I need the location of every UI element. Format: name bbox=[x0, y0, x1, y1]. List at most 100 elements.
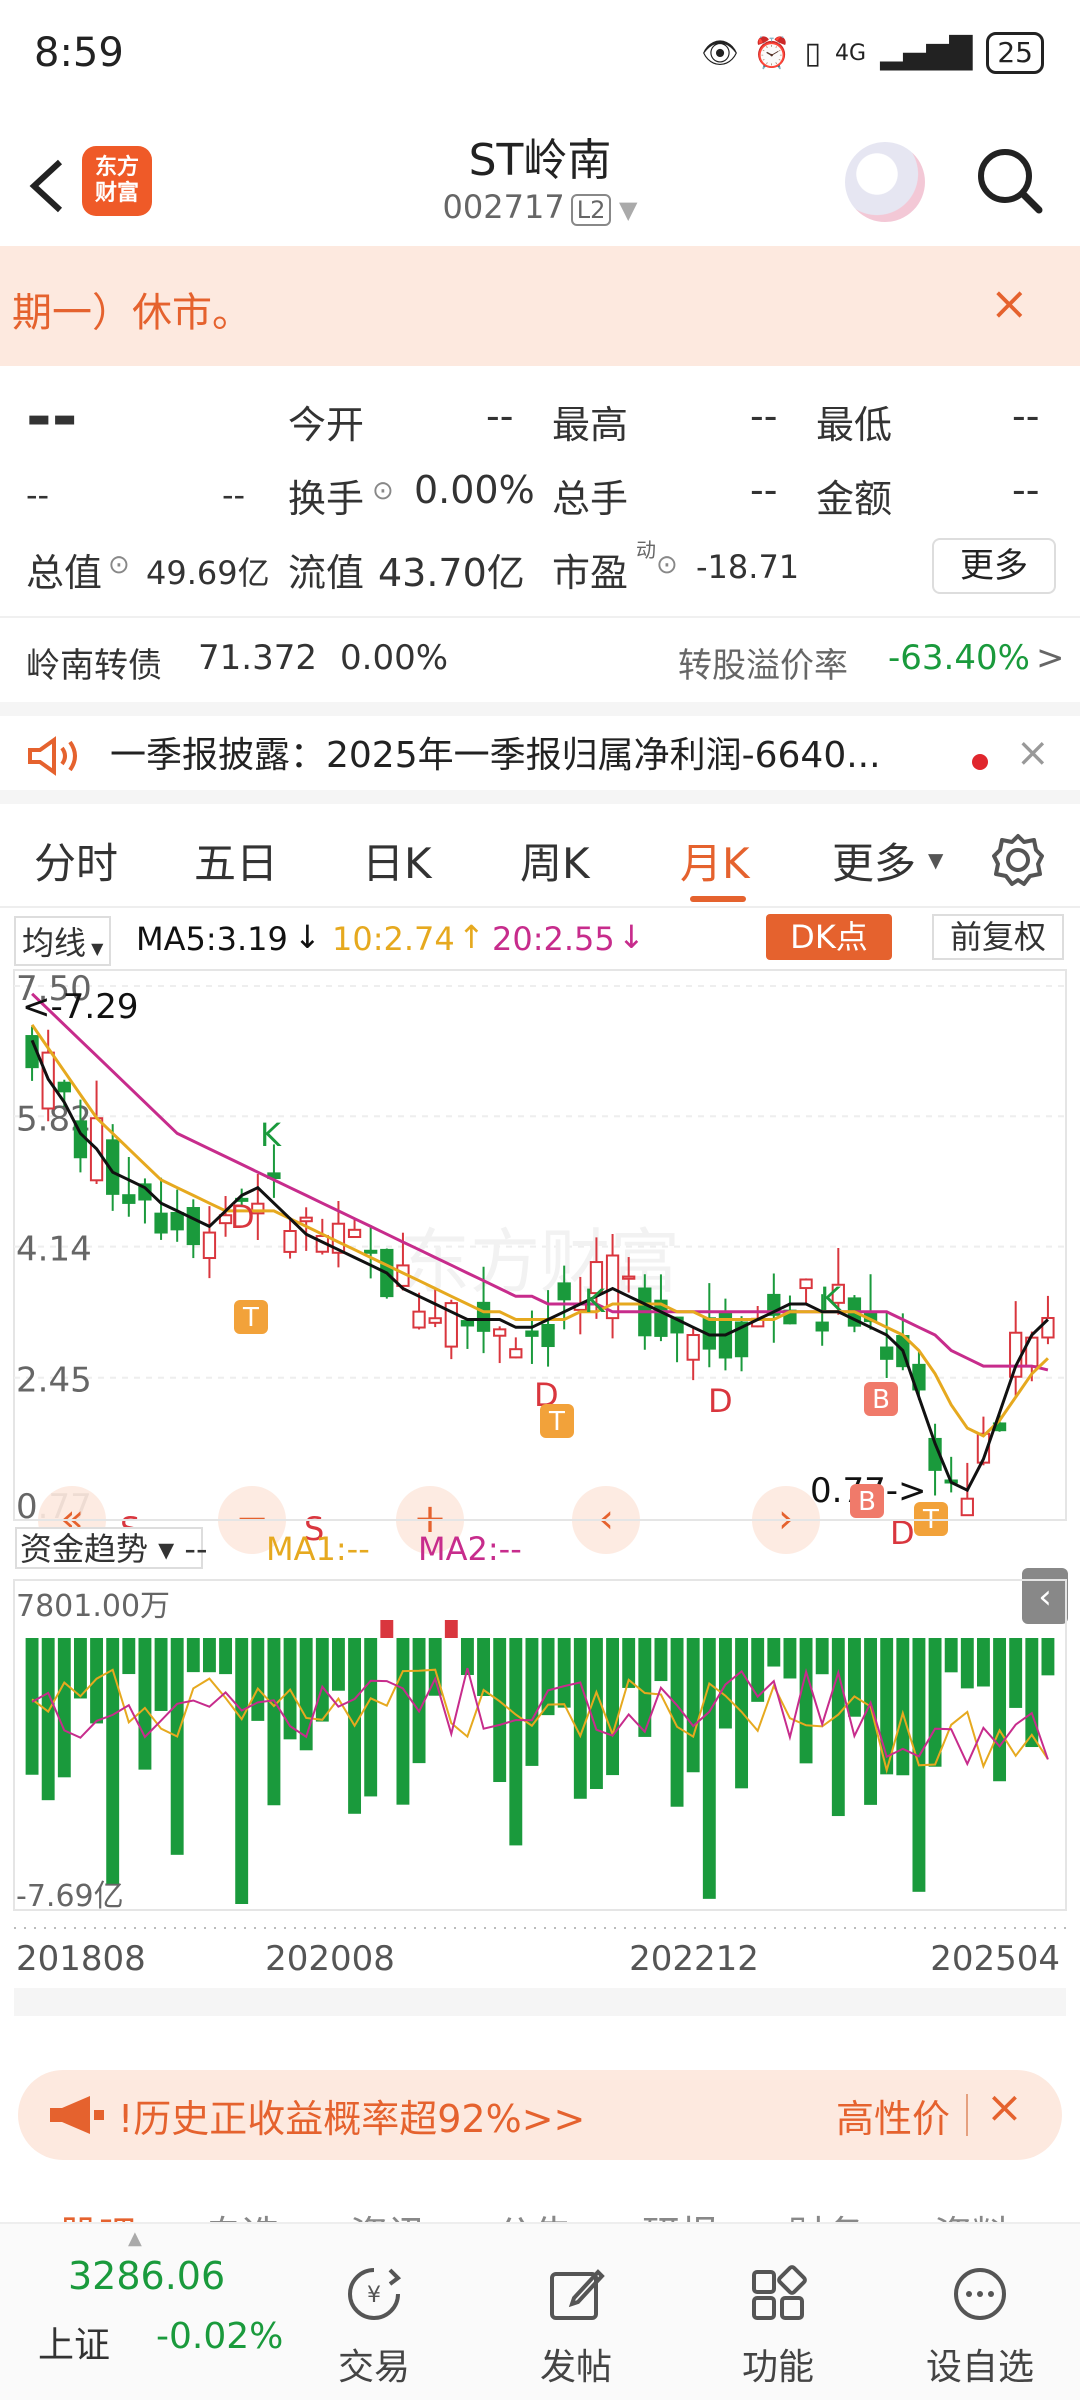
info-icon[interactable]: ⊙ bbox=[656, 550, 678, 580]
bond-premium-label: 转股溢价率 bbox=[678, 646, 848, 686]
tab-five-day[interactable]: 五日 bbox=[194, 830, 278, 891]
x-axis-label: 202212 bbox=[629, 1939, 759, 1979]
fund-bar bbox=[477, 1638, 491, 1696]
info-icon[interactable]: ⊙ bbox=[372, 476, 394, 506]
fund-bar bbox=[41, 1638, 55, 1801]
level-badge: L2 bbox=[570, 194, 612, 226]
candle-body bbox=[186, 1207, 200, 1246]
tab-daily-k[interactable]: 日K bbox=[362, 830, 432, 891]
kline-chart[interactable]: 东方财富7.505.824.142.450.77<-7.290.77->KDTK… bbox=[0, 966, 1080, 2036]
status-bar: 8:59 👁 ⏰ ▯ 4G ▂▄▆█ 25 bbox=[0, 0, 1080, 116]
candle-body bbox=[364, 1249, 378, 1254]
float-cap-value: 43.70亿 bbox=[378, 551, 525, 595]
chevron-left-icon: ‹ bbox=[1038, 1577, 1052, 1617]
bond-premium-value: -63.40% bbox=[888, 638, 1030, 678]
kline-svg[interactable]: 东方财富7.505.824.142.450.77<-7.290.77->KDTK… bbox=[0, 966, 1080, 2036]
x-axis-label: 202008 bbox=[265, 1939, 395, 1979]
ma10-value: 10:2.74 bbox=[332, 920, 455, 958]
close-icon[interactable]: × bbox=[986, 2082, 1023, 2133]
chart-tabs: 分时 五日 日K 周K 月K 更多 ▼ bbox=[0, 810, 1080, 908]
tab-monthly-k[interactable]: 月K bbox=[680, 830, 750, 891]
nav-add-watchlist[interactable]: 设自选 bbox=[900, 2264, 1060, 2390]
info-icon[interactable]: ⊙ bbox=[108, 550, 130, 580]
top-bar: 东方 财富 ST岭南 002717 L2 ▼ bbox=[0, 116, 1080, 246]
scroll-track bbox=[14, 1988, 1066, 2016]
float-cap-label: 流值 bbox=[288, 551, 365, 595]
battery-icon: 25 bbox=[986, 32, 1044, 74]
divider bbox=[966, 2094, 968, 2136]
more-circle-icon bbox=[954, 2268, 1006, 2320]
adjust-button[interactable]: 前复权 bbox=[932, 914, 1064, 960]
fund-bar bbox=[525, 1638, 539, 1766]
assistant-robot-icon[interactable] bbox=[845, 142, 925, 222]
candle-body bbox=[299, 1216, 313, 1223]
gear-icon[interactable] bbox=[990, 832, 1046, 888]
fund-bar bbox=[686, 1638, 700, 1773]
nav-post-label: 发帖 bbox=[539, 2347, 612, 2388]
nav-trade-label: 交易 bbox=[337, 2347, 410, 2388]
ma5-down-icon: ↓ bbox=[294, 918, 321, 956]
candle-body bbox=[122, 1194, 136, 1204]
status-time: 8:59 bbox=[34, 30, 124, 76]
fund-bar bbox=[896, 1638, 910, 1776]
fund-bar bbox=[783, 1638, 797, 1679]
candle-body bbox=[686, 1334, 700, 1361]
more-button[interactable]: 更多 bbox=[932, 538, 1056, 594]
tab-intraday[interactable]: 分时 bbox=[34, 830, 118, 891]
promo-banner[interactable]: !历史正收益概率超92%>> 高性价 × bbox=[18, 2070, 1062, 2160]
fund-bar bbox=[960, 1638, 974, 1689]
fund-bar bbox=[831, 1638, 845, 1817]
fund-bar bbox=[106, 1638, 120, 1884]
fund-bar bbox=[1025, 1638, 1039, 1748]
megaphone-icon bbox=[50, 2096, 104, 2134]
fund-bar bbox=[606, 1638, 620, 1776]
open-label: 今开 bbox=[288, 403, 365, 447]
fund-bar bbox=[186, 1638, 200, 1673]
current-price: -- bbox=[26, 380, 78, 453]
nav-functions[interactable]: 功能 bbox=[698, 2264, 858, 2390]
vibrate-icon: ▯ bbox=[804, 35, 822, 71]
grid-icon bbox=[752, 2265, 807, 2320]
red-dot-icon bbox=[972, 754, 988, 770]
signal-label: D bbox=[230, 1198, 255, 1236]
candle-body bbox=[170, 1211, 184, 1231]
candle-body bbox=[347, 1228, 362, 1239]
fund-bar bbox=[1009, 1638, 1023, 1708]
ma5-value: MA5:3.19 bbox=[136, 920, 288, 958]
fund-bar bbox=[73, 1638, 87, 1699]
low-label: 最低 bbox=[816, 403, 893, 447]
indicator-selector[interactable]: 均线 ▼ bbox=[14, 916, 112, 966]
nav-post[interactable]: 发帖 bbox=[496, 2264, 656, 2390]
candle-body bbox=[283, 1230, 297, 1253]
candle-body bbox=[557, 1282, 571, 1301]
chevron-right-icon: > bbox=[1036, 638, 1065, 678]
signal-icon: ▂▄▆█ bbox=[880, 35, 973, 71]
candle-body bbox=[960, 1497, 974, 1517]
candle-body bbox=[476, 1301, 491, 1332]
high-value: -- bbox=[750, 394, 778, 438]
price-change: -- bbox=[26, 476, 50, 514]
tab-more[interactable]: 更多 bbox=[832, 830, 916, 891]
trade-icon: ¥ bbox=[348, 2268, 402, 2320]
fund-bar bbox=[235, 1638, 249, 1904]
search-icon[interactable] bbox=[975, 146, 1045, 216]
signal-label: K bbox=[584, 1282, 606, 1320]
convertible-bond-row[interactable]: 岭南转债 71.372 0.00% 转股溢价率 -63.40% > bbox=[0, 616, 1080, 702]
fund-bar bbox=[557, 1638, 571, 1708]
nav-trade[interactable]: ¥ 交易 bbox=[294, 2264, 454, 2390]
candle-body bbox=[460, 1320, 475, 1327]
close-icon[interactable]: × bbox=[1016, 730, 1050, 776]
promo-tag: 高性价 bbox=[836, 2097, 951, 2141]
tab-weekly-k[interactable]: 周K bbox=[520, 830, 590, 891]
dk-point-button[interactable]: DK点 bbox=[766, 914, 892, 960]
candle-body bbox=[815, 1321, 829, 1332]
signal-label: B bbox=[872, 1385, 890, 1415]
high-label: 最高 bbox=[552, 403, 629, 447]
amount-value: -- bbox=[1012, 468, 1040, 512]
news-ticker[interactable]: 一季报披露：2025年一季报归属净利润-6640... × bbox=[0, 702, 1080, 804]
candle-body bbox=[428, 1317, 442, 1324]
close-icon[interactable]: × bbox=[990, 276, 1029, 330]
fund-bar bbox=[364, 1638, 378, 1797]
ma20-down-icon: ↓ bbox=[618, 918, 645, 956]
index-change: -0.02% bbox=[156, 2316, 284, 2357]
